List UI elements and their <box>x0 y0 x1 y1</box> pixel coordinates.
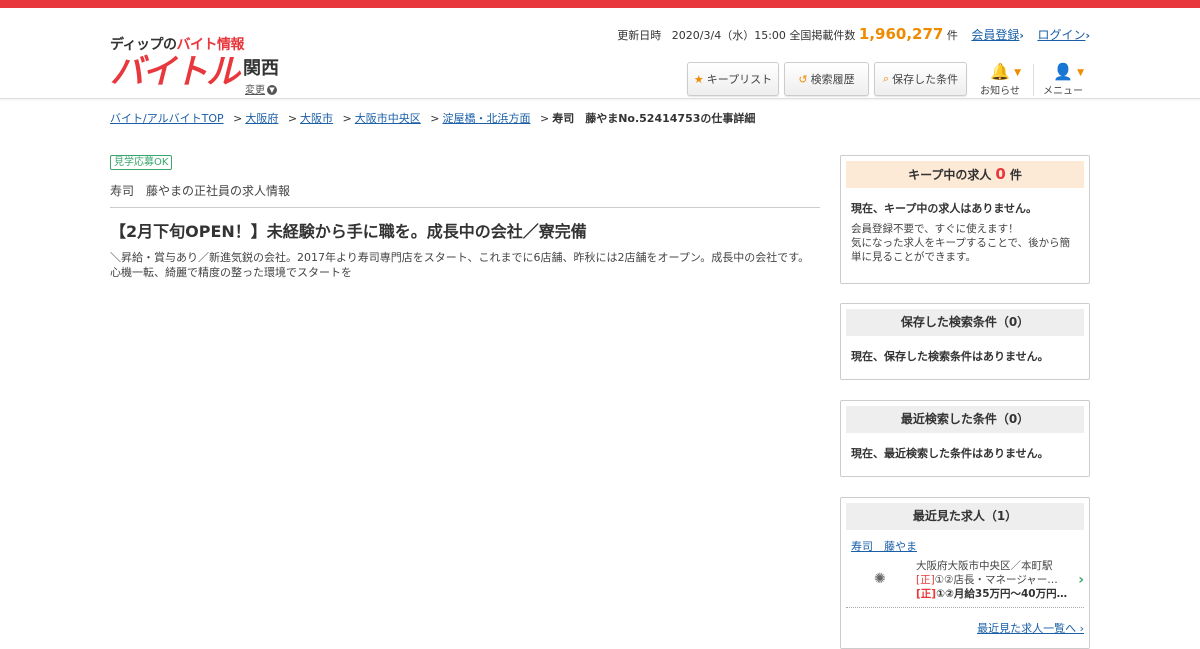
history-icon: ↺ <box>798 72 808 86</box>
recent-viewed-header: 最近見た求人（1） <box>846 503 1084 530</box>
recent-search-header: 最近検索した条件（0） <box>846 406 1084 433</box>
notifications-button[interactable]: 🔔 ▼ お知らせ <box>977 62 1023 98</box>
keep-help-text: 会員登録不要で、すぐに使えます！ 気になった求人をキープすることで、後から簡単に… <box>851 223 1071 263</box>
employment-type-tag: [正] <box>916 574 935 586</box>
top-accent-bar <box>0 0 1200 8</box>
employment-type-tag: [正] <box>916 588 937 600</box>
listing-count: 1,960,277 <box>858 25 944 43</box>
search-icon: ⌕ <box>882 72 890 85</box>
register-link[interactable]: 会員登録 <box>971 28 1019 42</box>
logo-tagline: ディップのバイト情報 <box>110 34 245 54</box>
keep-box: キープ中の求人 0 件 現在、キープ中の求人はありません。 会員登録不要で、すぐに使… <box>840 155 1090 284</box>
chevron-right-icon: › <box>1019 29 1024 42</box>
breadcrumb-current: 寿司 藤やまNo.52414753の仕事詳細 <box>552 112 756 125</box>
updated-label: 更新日時 <box>617 29 662 42</box>
region-label: 関西 <box>243 58 279 79</box>
search-history-label: 検索履歴 <box>810 73 855 86</box>
breadcrumb-link[interactable]: バイト/アルバイトTOP <box>110 112 224 125</box>
site-logo[interactable]: バイトル <box>110 52 240 92</box>
breadcrumb-separator: > <box>342 112 352 125</box>
recent-job-role-line: [正]①②店長・マネージャー… <box>916 573 1072 587</box>
keep-empty-message: 現在、キープ中の求人はありません。 <box>851 202 1038 215</box>
recent-search-empty-message: 現在、最近検索した条件はありません。 <box>851 447 1049 460</box>
logo-tagline-prefix: ディップの <box>110 37 177 53</box>
recent-viewed-more-label: 最近見た求人一覧へ <box>977 622 1077 635</box>
saved-empty-message: 現在、保存した検索条件はありません。 <box>851 350 1049 363</box>
menu-label: メニュー <box>1043 86 1083 97</box>
loading-spinner-icon: ✺ <box>874 571 886 587</box>
breadcrumb-link[interactable]: 大阪市中央区 <box>355 112 421 125</box>
breadcrumb-link[interactable]: 淀屋橋・北浜方面 <box>442 112 530 125</box>
divider <box>110 207 820 208</box>
tour-ok-badge: 見学応募OK <box>110 155 173 170</box>
count-label: 全国掲載件数 <box>789 29 856 42</box>
saved-conditions-label: 保存した条件 <box>892 73 959 86</box>
recent-job-location: 大阪府大阪市中央区／本町駅 <box>916 560 1053 572</box>
chevron-right-icon: › <box>1085 29 1090 42</box>
recent-job-item[interactable]: ✺ 大阪府大阪市中央区／本町駅 [正]①②店長・マネージャー… [正]①②月給3… <box>846 557 1084 608</box>
header-divider <box>1033 64 1034 96</box>
recent-job-link[interactable]: 寿司 藤やま <box>851 538 1079 554</box>
keep-list-button[interactable]: ★ キープリスト <box>687 62 779 96</box>
breadcrumb-separator: > <box>430 112 440 125</box>
breadcrumb-separator: > <box>287 112 298 125</box>
saved-conditions-box: 保存した検索条件（0） 現在、保存した検索条件はありません。 <box>840 303 1090 380</box>
chevron-right-icon: › <box>1078 572 1084 588</box>
job-description: ＼昇給・賞与あり／新進気鋭の会社。2017年より寿司専門店をスタート、これまでに… <box>110 251 810 279</box>
breadcrumb-separator: > <box>539 112 550 125</box>
region-change-link[interactable]: 変更 ▼ <box>245 81 277 96</box>
recent-job-role: ①②店長・マネージャー… <box>934 574 1058 586</box>
updated-value: 2020/3/4（水）15:00 <box>671 29 786 42</box>
breadcrumb-link[interactable]: 大阪府 <box>245 112 278 125</box>
count-unit: 件 <box>946 29 958 42</box>
breadcrumb: バイト/アルバイトTOP > 大阪府 > 大阪市 > 大阪市中央区 > 淀屋橋・北浜方面… <box>110 110 755 126</box>
notifications-label: お知らせ <box>980 86 1020 97</box>
keep-box-header: キープ中の求人 0 件 <box>846 161 1084 188</box>
site-header: ディップのバイト情報 バイトル 関西 変更 ▼ 更新日時 2020/3/4（水）1… <box>0 8 1200 99</box>
login-link-label: ログイン <box>1037 28 1086 42</box>
recent-viewed-more-link[interactable]: 最近見た求人一覧へ › <box>977 620 1084 636</box>
saved-conditions-button[interactable]: ⌕ 保存した条件 <box>874 62 967 96</box>
recent-job-details: 大阪府大阪市中央区／本町駅 [正]①②店長・マネージャー… [正]①②月給35万… <box>916 559 1072 601</box>
chevron-down-icon: ▼ <box>1014 68 1021 78</box>
register-link-label: 会員登録 <box>971 28 1020 42</box>
menu-button[interactable]: 👤 ▼ メニュー <box>1040 62 1086 98</box>
login-link[interactable]: ログイン <box>1037 28 1085 42</box>
breadcrumb-separator: > <box>233 112 243 125</box>
recent-job-pay-line: [正]①②月給35万円～40万円… <box>916 587 1072 601</box>
breadcrumb-link[interactable]: 大阪市 <box>300 112 333 125</box>
recent-job-pay: ①②月給35万円～40万円… <box>936 588 1068 600</box>
star-icon: ★ <box>693 72 704 86</box>
saved-box-header: 保存した検索条件（0） <box>846 309 1084 336</box>
recent-viewed-box: 最近見た求人（1） 寿司 藤やま ✺ 大阪府大阪市中央区／本町駅 [正]①②店長… <box>840 497 1090 649</box>
header-info: 更新日時 2020/3/4（水）15:00 全国掲載件数 1,960,277 件… <box>617 25 1090 43</box>
job-title: 【2月下旬OPEN！】未経験から手に職を。成長中の会社／寮完備 <box>110 222 587 241</box>
keep-list-label: キープリスト <box>706 73 773 86</box>
chevron-down-icon: ▼ <box>267 85 277 95</box>
keep-head-unit: 件 <box>1009 168 1022 182</box>
company-line: 寿司 藤やまの正社員の求人情報 <box>110 184 291 198</box>
search-history-button[interactable]: ↺ 検索履歴 <box>784 62 869 96</box>
keep-head-label: キープ中の求人 <box>908 168 992 182</box>
chevron-down-icon: ▼ <box>1077 68 1084 78</box>
keep-count: 0 <box>995 165 1006 183</box>
region-change-label: 変更 <box>245 85 265 96</box>
logo-tagline-accent: バイト情報 <box>176 37 245 53</box>
recent-search-box: 最近検索した条件（0） 現在、最近検索した条件はありません。 <box>840 400 1090 477</box>
